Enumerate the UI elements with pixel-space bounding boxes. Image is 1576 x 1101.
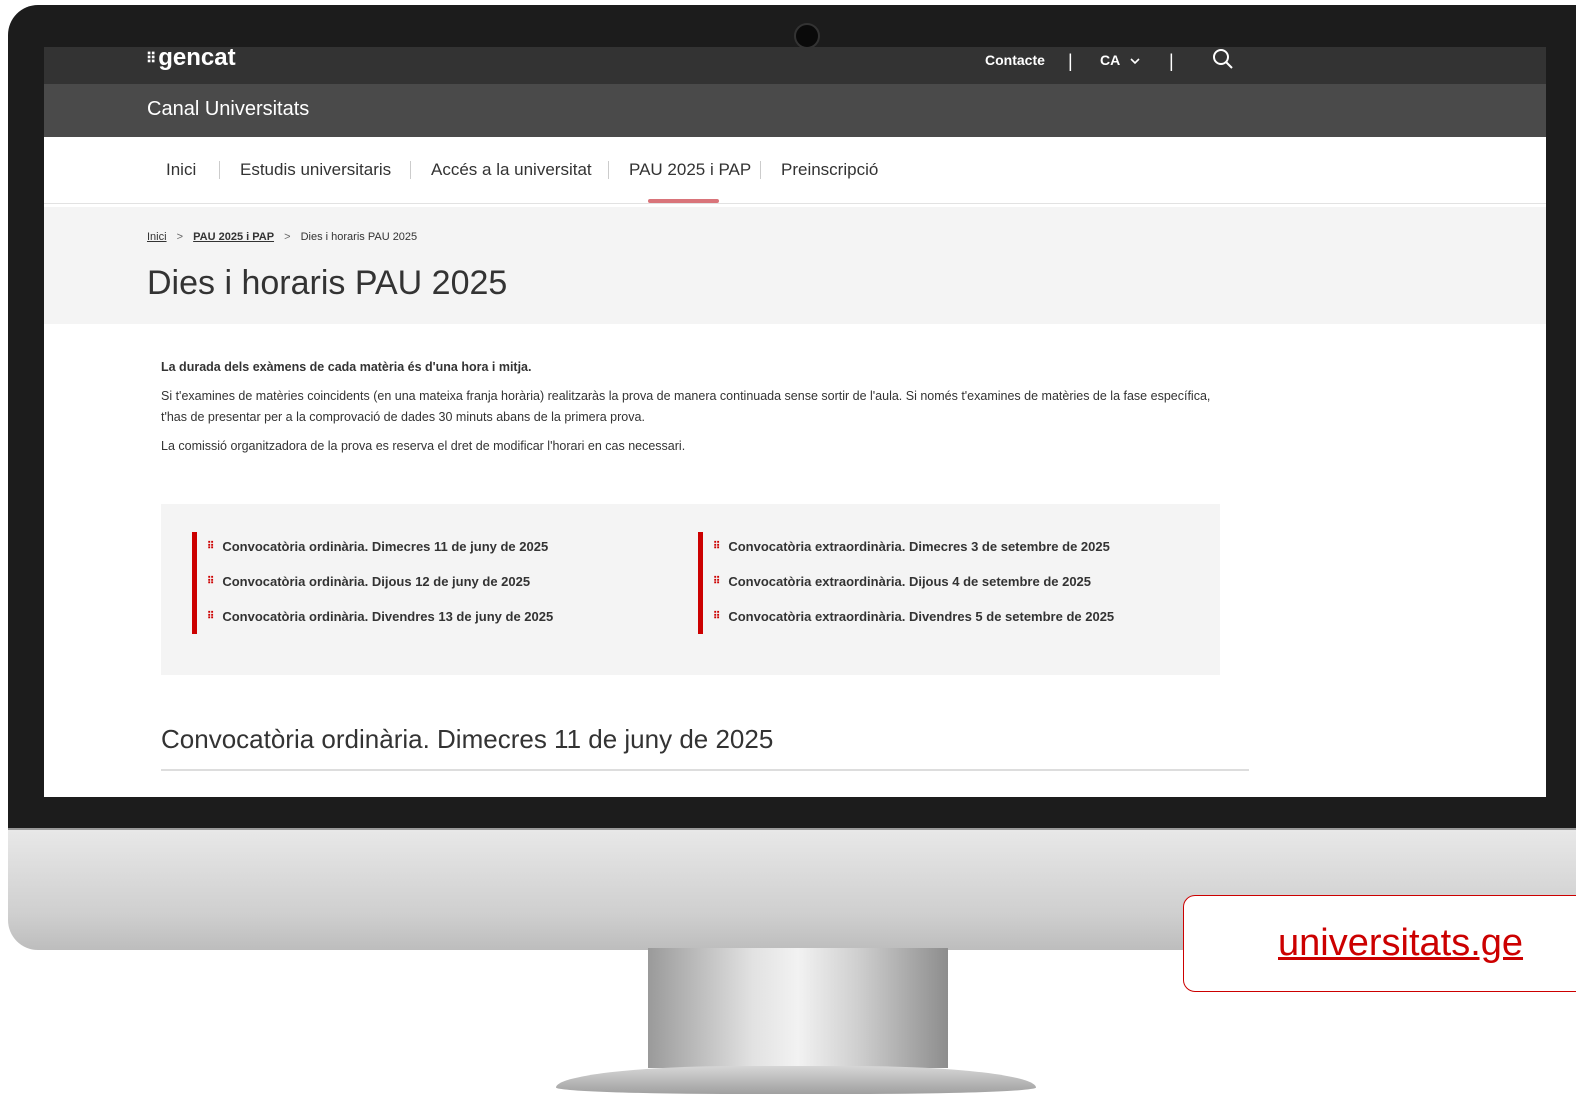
- index-link-extraordinary-2[interactable]: ⠿ Convocatòria extraordinària. Dijous 4 d…: [713, 567, 1114, 602]
- chevron-down-icon: [1130, 58, 1140, 65]
- nav-divider: [410, 161, 411, 179]
- contact-link[interactable]: Contacte: [985, 52, 1045, 68]
- index-link-ordinary-2[interactable]: ⠿ Convocatòria ordinària. Dijous 12 de ju…: [207, 567, 553, 602]
- main-nav: Inici Estudis universitaris Accés a la u…: [44, 137, 1546, 204]
- nav-divider: [608, 161, 609, 179]
- nav-item-pau[interactable]: PAU 2025 i PAP: [629, 160, 751, 180]
- section-divider: [161, 769, 1249, 771]
- gencat-bullet-icon: ⠿: [207, 576, 215, 587]
- intro-paragraph: La comissió organitzadora de la prova es…: [161, 439, 686, 453]
- breadcrumb-current: Dies i horaris PAU 2025: [300, 231, 418, 243]
- camera-dot: [794, 23, 820, 49]
- browser-screen: ⠿gencat Contacte | CA | Canal Universita…: [44, 47, 1546, 797]
- index-link-extraordinary-3[interactable]: ⠿ Convocatòria extraordinària. Divendres …: [713, 602, 1114, 637]
- intro-lead: La durada dels exàmens de cada matèria é…: [161, 360, 532, 374]
- monitor-stand: [648, 948, 948, 1068]
- site-bar: Canal Universitats: [44, 84, 1546, 137]
- nav-item-acces[interactable]: Accés a la universitat: [431, 160, 592, 180]
- language-label: CA: [1100, 52, 1120, 68]
- breadcrumb-parent[interactable]: PAU 2025 i PAP: [193, 231, 274, 243]
- ordinary-dates-list: ⠿ Convocatòria ordinària. Dimecres 11 de …: [192, 532, 553, 634]
- nav-divider: [760, 161, 761, 179]
- intro-text: La durada dels exàmens de cada matèria é…: [161, 357, 1221, 465]
- index-link-label: Convocatòria ordinària. Divendres 13 de …: [222, 609, 554, 624]
- logo-text: gencat: [158, 47, 236, 71]
- breadcrumb: Inici > PAU 2025 i PAP > Dies i horaris …: [147, 231, 417, 243]
- intro-paragraph: Si t'examines de matèries coincidents (e…: [161, 389, 1211, 424]
- breadcrumb-chevron-icon: >: [284, 231, 291, 243]
- extraordinary-dates-list: ⠿ Convocatòria extraordinària. Dimecres 3…: [698, 532, 1114, 634]
- index-link-extraordinary-1[interactable]: ⠿ Convocatòria extraordinària. Dimecres 3…: [713, 532, 1114, 567]
- nav-active-indicator: [648, 199, 719, 203]
- index-link-ordinary-3[interactable]: ⠿ Convocatòria ordinària. Divendres 13 de…: [207, 602, 553, 637]
- gencat-bullet-icon: ⠿: [713, 541, 721, 552]
- section-title: Convocatòria ordinària. Dimecres 11 de j…: [161, 724, 774, 754]
- gencat-bullet-icon: ⠿: [713, 576, 721, 587]
- url-callout: universitats.ge: [1183, 895, 1576, 992]
- page-header: Inici > PAU 2025 i PAP > Dies i horaris …: [44, 207, 1546, 324]
- gencat-logo-mark-icon: ⠿: [146, 50, 157, 67]
- gencat-bullet-icon: ⠿: [713, 611, 721, 622]
- nav-item-estudis[interactable]: Estudis universitaris: [240, 160, 391, 180]
- date-index: ⠿ Convocatòria ordinària. Dimecres 11 de …: [161, 504, 1220, 675]
- site-title[interactable]: Canal Universitats: [147, 98, 309, 121]
- breadcrumb-home[interactable]: Inici: [147, 231, 167, 243]
- index-link-label: Convocatòria extraordinària. Divendres 5…: [728, 609, 1115, 624]
- top-separator: |: [1169, 51, 1174, 71]
- gencat-bullet-icon: ⠿: [207, 541, 215, 552]
- top-bar: ⠿gencat Contacte | CA |: [44, 47, 1546, 84]
- nav-item-inici[interactable]: Inici: [166, 160, 196, 180]
- gencat-bullet-icon: ⠿: [207, 611, 215, 622]
- index-link-label: Convocatòria ordinària. Dijous 12 de jun…: [222, 574, 531, 589]
- search-icon[interactable]: [1212, 48, 1234, 70]
- index-link-ordinary-1[interactable]: ⠿ Convocatòria ordinària. Dimecres 11 de …: [207, 532, 553, 567]
- language-selector[interactable]: CA: [1100, 52, 1140, 68]
- url-link[interactable]: universitats.ge: [1278, 922, 1523, 965]
- nav-item-preinscripcio[interactable]: Preinscripció: [781, 160, 878, 180]
- page-title: Dies i horaris PAU 2025: [147, 264, 508, 302]
- nav-divider: [219, 161, 220, 179]
- index-link-label: Convocatòria extraordinària. Dimecres 3 …: [728, 539, 1110, 554]
- index-link-label: Convocatòria extraordinària. Dijous 4 de…: [728, 574, 1092, 589]
- top-separator: |: [1068, 51, 1073, 71]
- breadcrumb-chevron-icon: >: [176, 231, 184, 243]
- gencat-logo[interactable]: ⠿gencat: [146, 47, 236, 72]
- index-link-label: Convocatòria ordinària. Dimecres 11 de j…: [222, 539, 549, 554]
- monitor-stand-base: [556, 1066, 1036, 1094]
